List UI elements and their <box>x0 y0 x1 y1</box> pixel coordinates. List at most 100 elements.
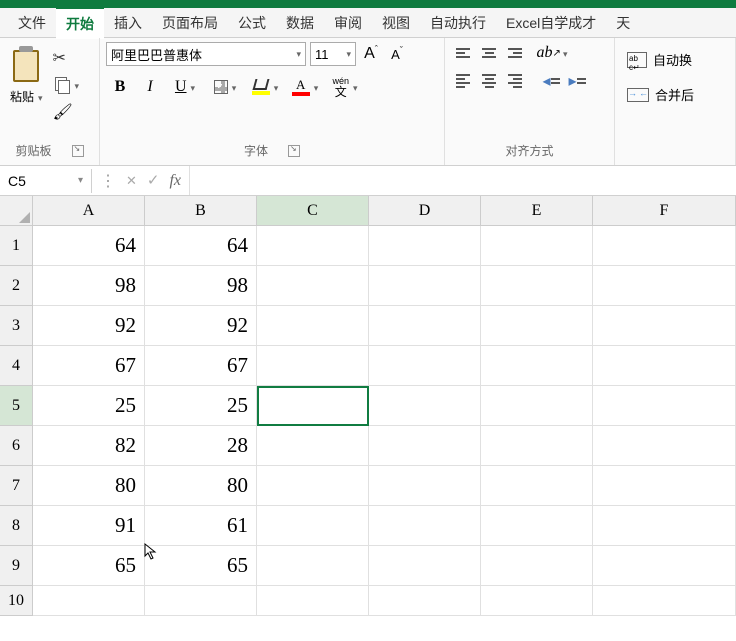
decrease-font-button[interactable]: Aˇ <box>386 43 408 65</box>
cell-C10[interactable] <box>257 586 369 616</box>
tab-excel-self-study[interactable]: Excel自学成才 <box>496 8 606 38</box>
border-button[interactable] <box>206 74 244 100</box>
formula-input[interactable] <box>190 177 736 185</box>
cell-B4[interactable]: 67 <box>145 346 257 386</box>
row-header-10[interactable]: 10 <box>0 586 33 616</box>
tab-home[interactable]: 开始 <box>56 7 104 39</box>
row-header-9[interactable]: 9 <box>0 546 33 586</box>
select-all-corner[interactable] <box>0 196 33 226</box>
cell-F9[interactable] <box>593 546 736 586</box>
tab-review[interactable]: 审阅 <box>324 8 372 38</box>
tab-data[interactable]: 数据 <box>276 8 324 38</box>
tab-automate[interactable]: 自动执行 <box>420 8 496 38</box>
font-color-button[interactable]: A <box>286 74 324 100</box>
cell-E5[interactable] <box>481 386 593 426</box>
cell-F10[interactable] <box>593 586 736 616</box>
cell-F7[interactable] <box>593 466 736 506</box>
cell-A6[interactable]: 82 <box>33 426 145 466</box>
tab-trunc[interactable]: 天 <box>606 8 640 38</box>
col-header-D[interactable]: D <box>369 196 481 226</box>
cell-B5[interactable]: 25 <box>145 386 257 426</box>
dots-icon[interactable] <box>100 171 116 191</box>
cell-E4[interactable] <box>481 346 593 386</box>
accept-formula-button[interactable] <box>147 171 160 190</box>
cell-F6[interactable] <box>593 426 736 466</box>
cell-E10[interactable] <box>481 586 593 616</box>
cell-B10[interactable] <box>145 586 257 616</box>
col-header-B[interactable]: B <box>145 196 257 226</box>
row-header-7[interactable]: 7 <box>0 466 33 506</box>
cell-E8[interactable] <box>481 506 593 546</box>
cell-D8[interactable] <box>369 506 481 546</box>
row-header-5[interactable]: 5 <box>0 386 33 426</box>
cell-D3[interactable] <box>369 306 481 346</box>
col-header-C[interactable]: C <box>257 196 369 226</box>
cell-E3[interactable] <box>481 306 593 346</box>
col-header-E[interactable]: E <box>481 196 593 226</box>
cell-F3[interactable] <box>593 306 736 346</box>
tab-view[interactable]: 视图 <box>372 8 420 38</box>
increase-font-button[interactable]: Aˆ <box>360 43 382 65</box>
cell-D10[interactable] <box>369 586 481 616</box>
phonetic-button[interactable]: wén 文 <box>326 74 364 100</box>
cell-A9[interactable]: 65 <box>33 546 145 586</box>
cell-C2[interactable] <box>257 266 369 306</box>
tab-file[interactable]: 文件 <box>8 8 56 38</box>
cell-E7[interactable] <box>481 466 593 506</box>
tab-page-layout[interactable]: 页面布局 <box>152 8 228 38</box>
cell-D5[interactable] <box>369 386 481 426</box>
cell-A10[interactable] <box>33 586 145 616</box>
cell-D7[interactable] <box>369 466 481 506</box>
clipboard-dialog-launcher[interactable] <box>72 145 84 157</box>
cell-F2[interactable] <box>593 266 736 306</box>
cell-B3[interactable]: 92 <box>145 306 257 346</box>
cell-F1[interactable] <box>593 226 736 266</box>
italic-button[interactable]: I <box>136 74 164 100</box>
cell-F4[interactable] <box>593 346 736 386</box>
decrease-indent-button[interactable]: ◂ <box>539 70 563 92</box>
merge-center-button[interactable]: 合并后 <box>621 81 701 108</box>
cell-C8[interactable] <box>257 506 369 546</box>
font-dialog-launcher[interactable] <box>288 145 300 157</box>
align-center-button[interactable] <box>477 70 501 92</box>
row-header-2[interactable]: 2 <box>0 266 33 306</box>
cell-B8[interactable]: 61 <box>145 506 257 546</box>
cell-D1[interactable] <box>369 226 481 266</box>
cell-D6[interactable] <box>369 426 481 466</box>
cell-B6[interactable]: 28 <box>145 426 257 466</box>
align-bottom-button[interactable] <box>503 42 527 64</box>
paste-button[interactable]: 粘贴 <box>6 42 47 109</box>
col-header-A[interactable]: A <box>33 196 145 226</box>
row-header-6[interactable]: 6 <box>0 426 33 466</box>
cell-C3[interactable] <box>257 306 369 346</box>
cell-A7[interactable]: 80 <box>33 466 145 506</box>
increase-indent-button[interactable]: ▸ <box>565 70 589 92</box>
bold-button[interactable]: B <box>106 74 134 100</box>
fill-color-button[interactable] <box>246 74 284 100</box>
tab-formulas[interactable]: 公式 <box>228 8 276 38</box>
cell-A8[interactable]: 91 <box>33 506 145 546</box>
cell-A5[interactable]: 25 <box>33 386 145 426</box>
row-header-4[interactable]: 4 <box>0 346 33 386</box>
cell-E1[interactable] <box>481 226 593 266</box>
cell-C6[interactable] <box>257 426 369 466</box>
cell-A3[interactable]: 92 <box>33 306 145 346</box>
cell-E2[interactable] <box>481 266 593 306</box>
cell-B1[interactable]: 64 <box>145 226 257 266</box>
align-middle-button[interactable] <box>477 42 501 64</box>
cell-C7[interactable] <box>257 466 369 506</box>
cell-F5[interactable] <box>593 386 736 426</box>
font-size-select[interactable]: 11 ▾ <box>310 42 356 66</box>
cell-B7[interactable]: 80 <box>145 466 257 506</box>
col-header-F[interactable]: F <box>593 196 736 226</box>
cancel-formula-button[interactable] <box>126 172 137 190</box>
align-left-button[interactable] <box>451 70 475 92</box>
cell-B2[interactable]: 98 <box>145 266 257 306</box>
cut-button[interactable] <box>53 48 80 68</box>
wrap-text-button[interactable]: abc↵ 自动换 <box>621 46 701 73</box>
row-header-8[interactable]: 8 <box>0 506 33 546</box>
cell-A1[interactable]: 64 <box>33 226 145 266</box>
row-header-1[interactable]: 1 <box>0 226 33 266</box>
tab-insert[interactable]: 插入 <box>104 8 152 38</box>
cell-F8[interactable] <box>593 506 736 546</box>
